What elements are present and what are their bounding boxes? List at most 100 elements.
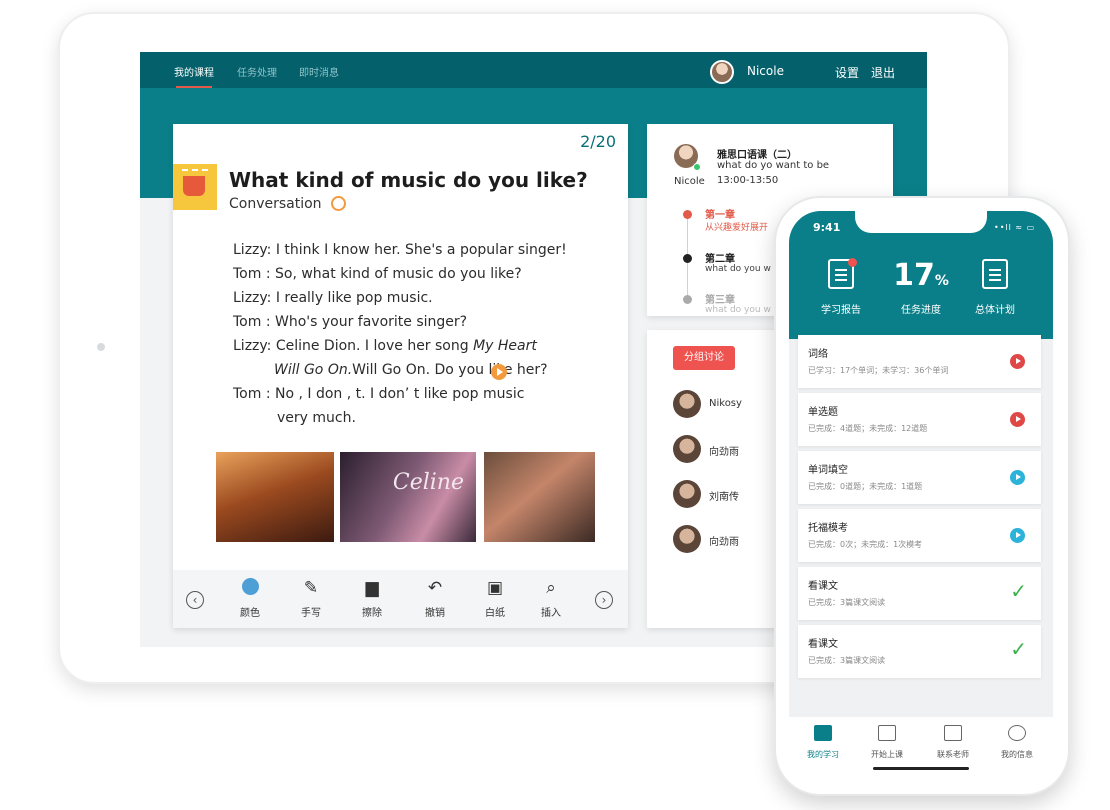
stage: 我的课程 任务处理 即时消息 Nicole 设置 退出 2/20 What ki… [0,0,1110,810]
chat-icon [944,725,962,741]
home-indicator [873,767,969,770]
nav-instant-messages[interactable]: 即时消息 [299,64,339,79]
task-info: 已完成：3篇课文阅读 [808,598,886,607]
play-audio-icon[interactable] [491,364,507,380]
timeline-dot [683,295,692,304]
tab-label: 开始上课 [871,750,903,759]
task-title: 单选题 [808,407,838,418]
tab-label: 联系老师 [937,750,969,759]
dialogue-text-cont: Will Go On. Do you like her? [352,362,548,378]
settings-link[interactable]: 设置 [835,64,859,81]
task-title: 单词填空 [808,465,848,476]
chapter-subtitle: what do you w [705,264,771,274]
tab-label: 我的信息 [1001,750,1033,759]
checkmark-icon: ✓ [1010,637,1027,661]
chapter-title[interactable]: 第三章 [705,291,735,306]
steam-mark [182,169,208,173]
search-icon: ⌕ [546,578,556,598]
report-stat[interactable]: 学习报告 [801,258,881,316]
task-card[interactable]: 单词填空 已完成：0道题；未完成：1道题 [798,451,1041,504]
task-title: 看课文 [808,639,838,650]
blank-page-tool[interactable]: ▣ 白纸 [475,578,515,619]
report-icon [828,258,857,289]
avatar [673,435,701,463]
checkmark-icon: ✓ [1010,579,1027,603]
task-info: 已完成：0道题；未完成：1道题 [808,482,923,491]
song-title: My Heart [473,338,537,354]
next-page-button[interactable]: › [595,591,613,609]
blank-page-icon: ▣ [486,578,504,598]
album-caption: Celine [392,470,464,495]
chapter-title[interactable]: 第一章 [705,206,735,221]
tab-my-info[interactable]: 我的信息 [987,725,1047,760]
movie-photo [216,452,334,542]
group-discussion-button[interactable]: 分组讨论 [673,346,735,370]
book-icon [814,725,832,741]
avatar [673,525,701,553]
lesson-card: 2/20 What kind of music do you like? Con… [173,124,628,628]
nav-task-processing[interactable]: 任务处理 [237,64,277,79]
task-title: 词络 [808,349,828,360]
coffee-cup-icon [173,164,217,210]
tab-my-study[interactable]: 我的学习 [793,725,853,760]
chapter-subtitle: 从兴趣爱好展开 [705,223,769,233]
task-info: 已完成：3篇课文阅读 [808,656,886,665]
lesson-title: What kind of music do you like? [229,168,588,192]
page-counter: 2/20 [580,132,616,151]
tool-label: 插入 [541,608,561,619]
dialogue-line: Tom : So, what kind of music do you like… [233,266,522,282]
handwrite-tool[interactable]: ✎ 手写 [291,578,331,619]
pencil-icon: ✎ [303,578,319,598]
task-card[interactable]: 单选题 已完成：4道题；未完成：12道题 [798,393,1041,446]
progress-stat[interactable]: 17% 任务进度 [881,259,961,317]
progress-value: 17% [881,259,961,293]
play-icon[interactable] [1010,470,1025,485]
task-card[interactable]: 看课文 已完成：3篇课文阅读 ✓ [798,567,1041,620]
task-info: 已完成：4道题；未完成：12道题 [808,424,928,433]
play-icon[interactable] [1010,412,1025,427]
eraser-icon: ▆ [365,578,379,598]
task-title: 托福模考 [808,523,848,534]
tab-start-class[interactable]: 开始上课 [857,725,917,760]
course-question: what do yo want to be [717,160,830,171]
member-name: 刘南传 [709,492,739,503]
undo-tool[interactable]: ↶ 撤销 [415,578,455,619]
tool-label: 白纸 [485,608,505,619]
singer-photo: Celine [340,452,476,542]
tab-contact-teacher[interactable]: 联系老师 [923,725,983,760]
prev-page-button[interactable]: ‹ [186,591,204,609]
avatar[interactable] [710,60,734,84]
task-card[interactable]: 托福模考 已完成：0次；未完成：1次模考 [798,509,1041,562]
task-info: 已完成：0次；未完成：1次模考 [808,540,923,549]
erase-tool[interactable]: ▆ 擦除 [352,578,392,619]
task-card[interactable]: 词络 已学习：17个单词；未学习：36个单词 [798,335,1041,388]
task-card[interactable]: 看课文 已完成：3篇课文阅读 ✓ [798,625,1041,678]
nav-my-courses[interactable]: 我的课程 [174,64,214,79]
tool-label: 颜色 [240,608,260,619]
notification-dot [848,258,857,267]
presentation-icon [878,725,896,741]
play-icon[interactable] [1010,354,1025,369]
avatar [673,390,701,418]
color-tool[interactable]: 颜色 [230,578,270,619]
tablet-camera [97,343,105,351]
dialogue-line: Tom : Who's your favorite singer? [233,314,468,330]
member-name: 向劲雨 [709,537,739,548]
dialogue-line: very much. [277,410,356,426]
stat-label: 任务进度 [901,305,941,316]
tool-label: 擦除 [362,608,382,619]
chapter-title[interactable]: 第二章 [705,250,735,265]
play-icon[interactable] [1010,528,1025,543]
tab-label: 我的学习 [807,750,839,759]
plan-stat[interactable]: 总体计划 [955,259,1035,316]
insert-tool[interactable]: ⌕ 插入 [531,578,571,619]
logout-link[interactable]: 退出 [871,64,895,81]
status-time: 9:41 [813,221,841,234]
member-name: 向劲雨 [709,447,739,458]
status-icons: ••ll ≈ ▭ [994,223,1036,232]
tool-label: 手写 [301,608,321,619]
user-name[interactable]: Nicole [747,64,784,78]
progress-unit: % [934,273,949,289]
conversation-icon[interactable] [331,196,346,211]
task-title: 看课文 [808,581,838,592]
